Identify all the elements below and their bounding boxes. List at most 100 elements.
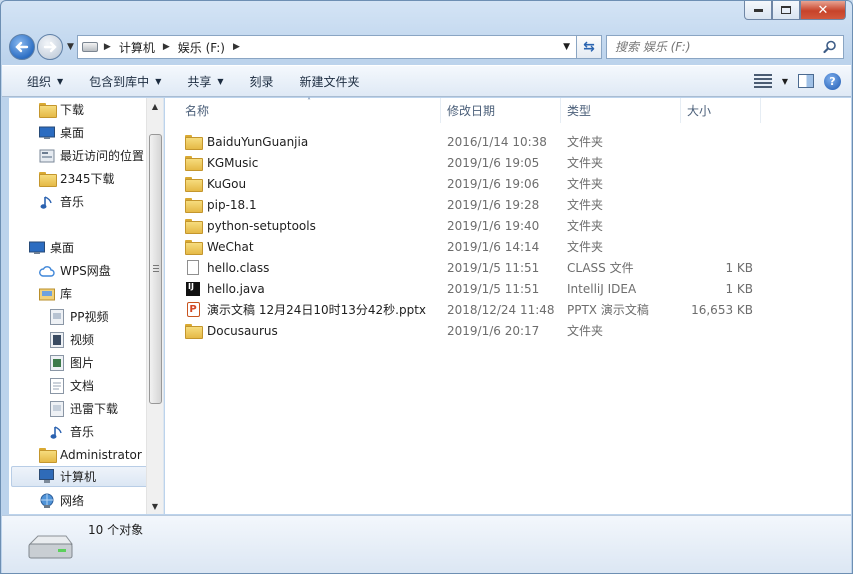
- status-bar: 10 个对象: [2, 515, 851, 573]
- nav-item-recent-places[interactable]: 最近访问的位置: [39, 145, 144, 166]
- nav-item-downloads[interactable]: 下载: [39, 99, 84, 120]
- column-header-date[interactable]: 修改日期: [441, 98, 561, 123]
- folder-icon: [185, 134, 203, 150]
- close-icon: ✕: [817, 2, 829, 18]
- file-name: KuGou: [207, 176, 247, 191]
- file-size: 1 KB: [725, 281, 753, 296]
- desktop-icon: [29, 240, 45, 256]
- file-row[interactable]: WeChat 2019/1/6 14:14 文件夹: [185, 236, 765, 257]
- file-row[interactable]: hello.class 2019/1/5 11:51 CLASS 文件 1 KB: [185, 257, 765, 278]
- breadcrumb-drive[interactable]: 娱乐 (F:): [178, 39, 225, 56]
- nav-item-label: 视频: [70, 333, 95, 347]
- folder-icon: [185, 218, 203, 234]
- address-bar[interactable]: ▶ 计算机 ▶ 娱乐 (F:) ▶ ▼: [76, 35, 577, 59]
- help-icon[interactable]: ?: [824, 72, 841, 90]
- back-button[interactable]: [9, 34, 35, 60]
- column-header-name[interactable]: 名称: [179, 98, 441, 123]
- file-date: 2019/1/5 11:51: [447, 260, 540, 275]
- file-name: 演示文稿 12月24日10时13分42秒.pptx: [207, 303, 427, 317]
- nav-item-desktop[interactable]: 桌面: [39, 122, 84, 143]
- scroll-thumb[interactable]: [149, 134, 162, 404]
- maximize-button[interactable]: [772, 1, 800, 20]
- search-icon[interactable]: [823, 40, 837, 54]
- view-options-icon[interactable]: [753, 74, 772, 88]
- nav-item-music[interactable]: 音乐: [39, 191, 84, 212]
- nav-item-administrator[interactable]: Administrator: [39, 444, 142, 465]
- file-row[interactable]: KGMusic 2019/1/6 19:05 文件夹: [185, 152, 765, 173]
- file-row[interactable]: python-setuptools 2019/1/6 19:40 文件夹: [185, 215, 765, 236]
- new-folder-button[interactable]: 新建文件夹: [287, 69, 373, 93]
- nav-item-xunlei-downloads[interactable]: 迅雷下载: [49, 398, 118, 419]
- nav-item-2345-downloads[interactable]: 2345下载: [39, 168, 115, 189]
- scroll-down-icon[interactable]: ▼: [147, 498, 163, 514]
- file-name: hello.class: [207, 260, 270, 275]
- chevron-down-icon: ▼: [57, 76, 64, 86]
- file-icon: [185, 260, 201, 276]
- nav-item-label: 2345下载: [60, 172, 115, 186]
- organize-menu[interactable]: 组织 ▼: [14, 69, 76, 93]
- pptx-icon: P: [185, 302, 201, 318]
- back-arrow-icon: [15, 41, 29, 53]
- nav-item-network[interactable]: 网络: [39, 490, 84, 511]
- user-folder-icon: [39, 447, 57, 463]
- file-row[interactable]: IJ hello.java 2019/1/5 11:51 IntelliJ IDE…: [185, 278, 765, 299]
- chevron-right-icon[interactable]: ▶: [163, 42, 170, 52]
- close-button[interactable]: ✕: [800, 1, 846, 20]
- file-row[interactable]: BaiduYunGuanjia 2016/1/14 10:38 文件夹: [185, 131, 765, 152]
- chevron-right-icon[interactable]: ▶: [104, 42, 111, 52]
- file-row[interactable]: Docusaurus 2019/1/6 20:17 文件夹: [185, 320, 765, 341]
- breadcrumb-computer[interactable]: 计算机: [119, 39, 155, 56]
- nav-item-documents[interactable]: 文档: [49, 375, 94, 396]
- file-size: [681, 194, 753, 215]
- preview-pane-icon[interactable]: [798, 74, 814, 88]
- forward-button[interactable]: [37, 34, 63, 60]
- column-header-size[interactable]: 大小: [681, 98, 761, 123]
- view-dropdown-icon[interactable]: ▼: [782, 77, 788, 86]
- nav-item-label: 桌面: [60, 126, 85, 140]
- file-size: [681, 131, 753, 152]
- cloud-icon: [39, 263, 55, 279]
- nav-item-computer[interactable]: 计算机: [11, 466, 149, 487]
- video-icon: [49, 331, 65, 348]
- search-input[interactable]: [615, 40, 805, 54]
- command-bar: 组织 ▼ 包含到库中 ▼ 共享 ▼ 刻录 新建文件夹 ▼ ?: [2, 65, 851, 97]
- file-type: 文件夹: [567, 324, 604, 338]
- recent-pages-dropdown[interactable]: ▼: [67, 42, 74, 52]
- file-type: 文件夹: [567, 219, 604, 233]
- nav-scrollbar[interactable]: ▲ ▼: [146, 98, 163, 514]
- organize-label: 组织: [27, 74, 52, 89]
- forward-arrow-icon: [43, 41, 57, 53]
- file-row[interactable]: pip-18.1 2019/1/6 19:28 文件夹: [185, 194, 765, 215]
- nav-item-label: 下载: [60, 103, 85, 117]
- file-row[interactable]: KuGou 2019/1/6 19:06 文件夹: [185, 173, 765, 194]
- address-dropdown-icon[interactable]: ▼: [563, 42, 570, 52]
- folder-icon: [185, 155, 203, 171]
- column-header-type[interactable]: 类型: [561, 98, 681, 123]
- file-size: 16,653 KB: [691, 302, 753, 317]
- nav-item-wps-cloud[interactable]: WPS网盘: [39, 260, 111, 281]
- nav-item-videos[interactable]: 视频: [49, 329, 94, 350]
- minimize-button[interactable]: [744, 1, 772, 20]
- nav-item-desktop-root[interactable]: 桌面: [29, 237, 74, 258]
- nav-item-label: 最近访问的位置: [60, 149, 145, 163]
- nav-item-pp-video[interactable]: PP视频: [49, 306, 108, 327]
- nav-item-music-library[interactable]: 音乐: [49, 421, 94, 442]
- scroll-up-icon[interactable]: ▲: [147, 98, 163, 114]
- nav-item-label: 迅雷下载: [70, 402, 119, 416]
- new-folder-label: 新建文件夹: [299, 74, 360, 89]
- burn-button[interactable]: 刻录: [237, 69, 287, 93]
- maximize-icon: [781, 6, 791, 14]
- file-size: [681, 152, 753, 173]
- nav-item-libraries[interactable]: 库: [39, 283, 72, 304]
- file-name: hello.java: [207, 281, 265, 296]
- include-in-library-menu[interactable]: 包含到库中 ▼: [76, 69, 174, 93]
- chevron-right-icon[interactable]: ▶: [233, 42, 240, 52]
- explorer-window: ✕ ▼ ▶ 计算机 ▶ 娱乐 (F:) ▶ ▼ ⇆ 组织 ▼ 包含到库中 ▼ 共享 ▼…: [0, 0, 853, 574]
- search-box[interactable]: [606, 35, 844, 59]
- refresh-button[interactable]: ⇆: [577, 35, 602, 59]
- file-row[interactable]: P 演示文稿 12月24日10时13分42秒.pptx 2018/12/24 11…: [185, 299, 765, 320]
- nav-item-pictures[interactable]: 图片: [49, 352, 94, 373]
- share-menu[interactable]: 共享 ▼: [174, 69, 236, 93]
- file-date: 2019/1/5 11:51: [447, 281, 540, 296]
- file-date: 2019/1/6 19:05: [447, 155, 540, 170]
